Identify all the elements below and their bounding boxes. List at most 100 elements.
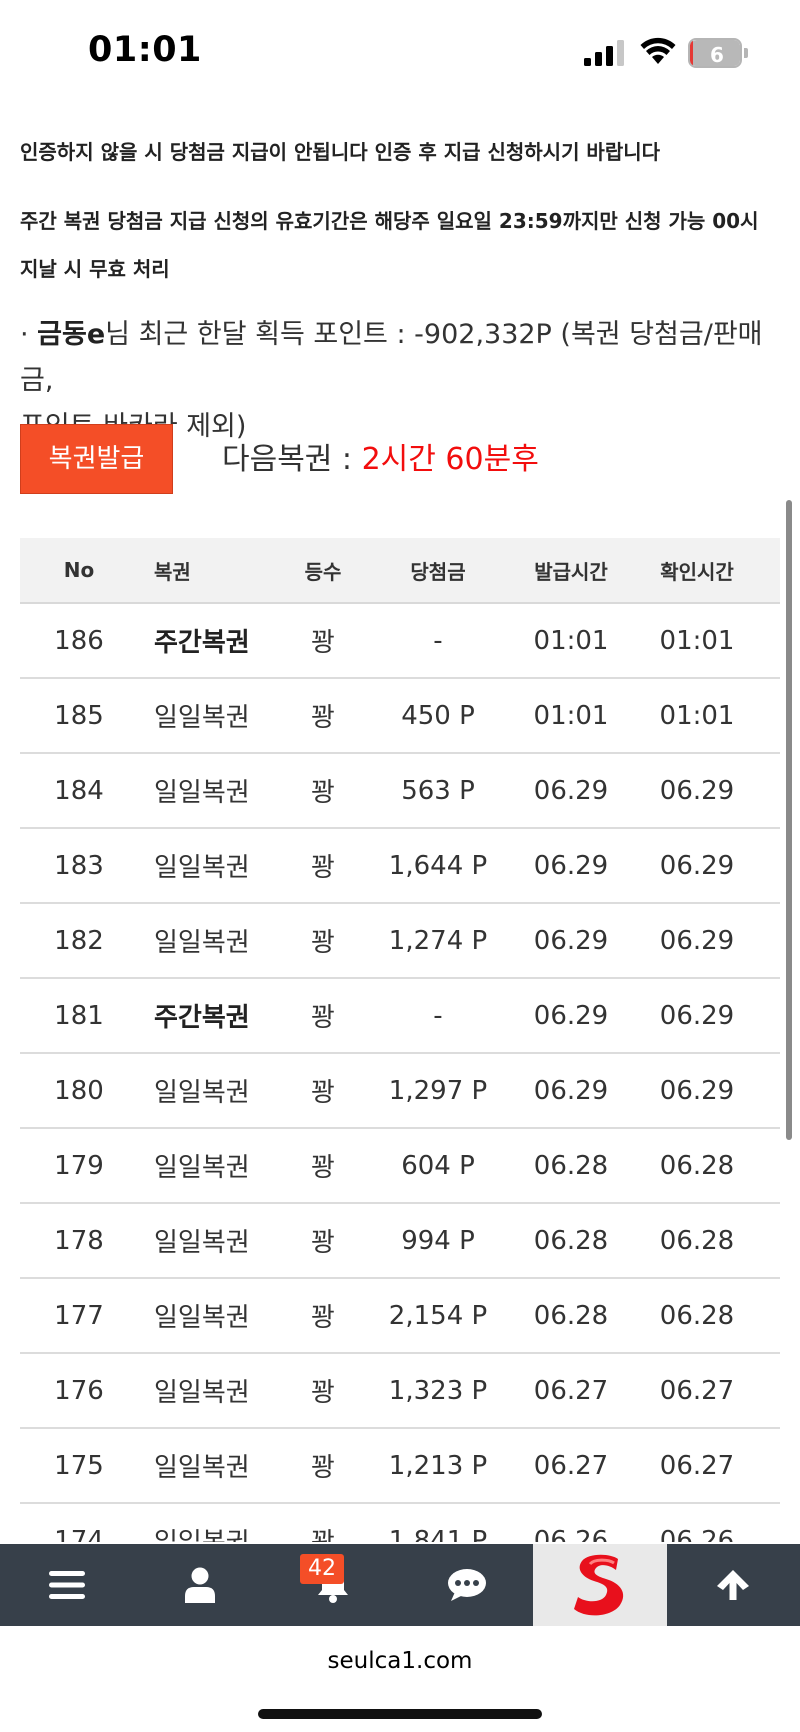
notification-count-badge: 42 — [300, 1554, 344, 1584]
cell-issued-time: 06.28 — [533, 1225, 609, 1256]
cell-type: 일일복권 — [154, 778, 250, 808]
cell-rank: 꽝 — [311, 628, 335, 658]
issue-lottery-button[interactable]: 복권발급 — [20, 424, 173, 494]
scrollbar[interactable] — [786, 500, 792, 1140]
cell-type: 일일복권 — [154, 1453, 250, 1483]
cell-prize: 1,841 P — [388, 1525, 488, 1543]
table-body: 186 주간복권 꽝 -01:01 01:01 185 일일복권 꽝 450 P 01:01 01:… — [20, 604, 780, 1542]
cell-issued-time: 06.28 — [533, 1300, 609, 1331]
cell-issued-time: 06.27 — [533, 1450, 609, 1481]
home-indicator[interactable] — [258, 1709, 542, 1719]
header-prize: 당첨금 — [410, 559, 466, 584]
cell-no: 181 — [54, 1000, 104, 1031]
table-row: 176 일일복권 꽝 1,323 P 06.27 06.27 — [20, 1354, 780, 1429]
header-type: 복권 — [154, 559, 191, 584]
table-row: 180 일일복권 꽝 1,297 P 06.29 06.29 — [20, 1054, 780, 1129]
cell-rank: 꽝 — [311, 1453, 335, 1483]
cell-prize: 563 P — [401, 775, 475, 806]
wifi-icon — [640, 37, 676, 64]
table-row: 184 일일복권 꽝 563 P 06.29 06.29 — [20, 754, 780, 829]
cell-type: 일일복권 — [154, 703, 250, 733]
cell-prize: - — [433, 1000, 443, 1031]
cell-type: 일일복권 — [138, 1522, 278, 1542]
cell-type: 일일복권 — [154, 1228, 250, 1258]
cell-no: 185 — [54, 700, 104, 731]
next-lottery-timer: 다음복권 : 2시간 60분후 — [222, 434, 539, 478]
cell-checked-time: 06.28 — [659, 1300, 735, 1331]
header-no: No — [63, 558, 95, 582]
nav-scroll-top-button[interactable] — [667, 1544, 800, 1626]
cell-issued-time: 06.27 — [533, 1375, 609, 1406]
cell-checked-time: 06.29 — [659, 925, 735, 956]
cell-type: 주간복권 — [154, 628, 250, 658]
menu-icon — [48, 1571, 85, 1599]
cell-issued-time: 01:01 — [533, 700, 609, 731]
cell-type: 주간복권 — [154, 1003, 250, 1033]
next-lottery-label: 다음복권 : — [222, 442, 362, 477]
nav-user-button[interactable] — [133, 1544, 266, 1626]
status-time: 01:01 — [88, 30, 202, 70]
cell-prize: 994 P — [401, 1225, 475, 1256]
table-row: 179 일일복권 꽝 604 P 06.28 06.28 — [20, 1129, 780, 1204]
cell-no: 186 — [54, 625, 104, 656]
header-issued-time: 발급시간 — [534, 559, 608, 584]
cell-no: 182 — [54, 925, 104, 956]
notice-weekly-claim-line2: 지날 시 무효 처리 — [20, 257, 170, 281]
cell-rank: 꽝 — [311, 1378, 335, 1408]
notice-weekly-claim: 주간 복권 당첨금 지급 신청의 유효기간은 해당주 일요일 23:59까지만 … — [20, 197, 790, 293]
user-name: 금동e — [37, 319, 106, 350]
battery-tip — [744, 48, 748, 58]
cell-checked-time: 06.29 — [659, 775, 735, 806]
arrow-up-icon — [717, 1570, 750, 1600]
browser-url-bar[interactable]: seulca1.com — [0, 1626, 800, 1732]
cell-prize: 1,297 P — [388, 1075, 488, 1106]
cell-checked-time: 06.28 — [659, 1225, 735, 1256]
cell-no: 178 — [54, 1225, 104, 1256]
table-header: No 복권 등수 당첨금 발급시간 확인시간 — [20, 538, 780, 604]
cell-issued-time: 06.29 — [533, 850, 609, 881]
header-checked-time: 확인시간 — [660, 559, 734, 584]
notice-verification: 인증하지 않을 시 당첨금 지급이 안됩니다 인증 후 지급 신청하시기 바랍니… — [20, 140, 661, 164]
table-row: 174 일일복권꽝 1,841 P 06.26 06.26 — [20, 1504, 780, 1543]
nav-menu-button[interactable] — [0, 1544, 133, 1626]
cell-no: 179 — [54, 1150, 104, 1181]
table-row: 186 주간복권 꽝 - 01:01 01:01 — [20, 604, 780, 679]
cell-type: 일일복권 — [154, 853, 250, 883]
nav-site-logo-button[interactable] — [533, 1544, 667, 1626]
cell-checked-time: 01:01 — [659, 625, 735, 656]
cell-rank: 꽝 — [311, 1228, 335, 1258]
cell-type: 일일복권 — [154, 928, 250, 958]
cell-issued-time: 06.28 — [533, 1150, 609, 1181]
cell-no: 174 — [54, 1525, 104, 1543]
chat-icon — [447, 1569, 486, 1601]
cell-type: 일일복권 — [154, 1303, 250, 1333]
cell-checked-time: 01:01 — [659, 700, 735, 731]
table-row: 178 일일복권 꽝 994 P 06.28 06.28 — [20, 1204, 780, 1279]
cell-rank: 꽝 — [278, 1522, 368, 1542]
header-rank: 등수 — [304, 559, 342, 584]
cell-no: 183 — [54, 850, 104, 881]
cell-prize: 1,213 P — [388, 1450, 488, 1481]
cell-prize: 1,644 P — [388, 850, 488, 881]
cell-rank: 꽝 — [311, 1153, 335, 1183]
cell-issued-time: 06.26 — [533, 1525, 609, 1543]
cell-checked-time: 06.27 — [659, 1450, 735, 1481]
cell-checked-time: 06.29 — [659, 1000, 735, 1031]
cell-checked-time: 06.28 — [659, 1150, 735, 1181]
cell-no: 177 — [54, 1300, 104, 1331]
cell-checked-time: 06.26 — [659, 1525, 735, 1543]
status-bar: 01:01 6 — [0, 0, 800, 106]
cell-type: 일일복권 — [154, 1153, 250, 1183]
cell-prize: - — [433, 625, 443, 656]
bottom-nav — [0, 1544, 800, 1626]
cell-prize: 1,323 P — [388, 1375, 488, 1406]
nav-chat-button[interactable] — [400, 1544, 533, 1626]
next-lottery-value: 2시간 60분후 — [361, 442, 539, 477]
bullet: · — [20, 319, 38, 350]
cell-rank: 꽝 — [311, 928, 335, 958]
cell-issued-time: 06.29 — [533, 1075, 609, 1106]
points-text: 님 최근 한달 획득 포인트 : -902,332P (복권 당첨금/판매금, — [20, 319, 763, 396]
cell-checked-time: 06.29 — [659, 850, 735, 881]
url-text: seulca1.com — [327, 1648, 473, 1674]
cell-rank: 꽝 — [311, 1303, 335, 1333]
